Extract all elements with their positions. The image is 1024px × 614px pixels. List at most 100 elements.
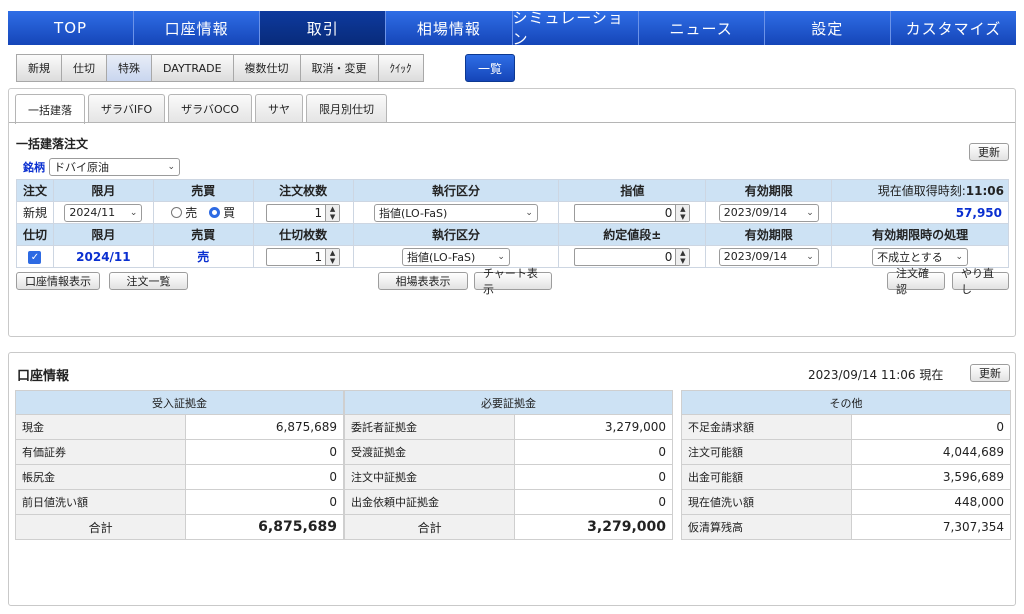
new-expiry-cell: 2023/09/14 ⌄ [705,201,833,224]
new-limit-input[interactable]: 0 ▲ ▼ [574,203,691,222]
new-expiry-select[interactable]: 2023/09/14 ⌄ [718,203,819,222]
price-diff-value: 0 [664,249,673,264]
list-button[interactable]: 一覧 [465,54,515,82]
close-checkbox[interactable]: ✓ [28,251,42,264]
header-exec-type: 執行区分 [352,179,560,202]
tab-divider [9,122,1015,123]
quotes-button[interactable]: 相場表表示 [378,272,468,290]
other-value: 448,000 [851,489,1011,515]
close-expiry-value: 2023/09/14 [723,250,788,263]
subtab-new[interactable]: 新規 [16,54,61,82]
reset-button[interactable]: やり直し [952,267,1009,296]
close-expiry-select[interactable]: 2023/09/14 ⌄ [718,247,819,266]
close-exec-select[interactable]: 指値(LO-FaS) ⌄ [401,247,510,266]
required-header: 必要証拠金 [344,390,673,415]
other-header: その他 [681,390,1011,415]
header-close-month: 限月 [52,223,154,246]
deposit-value: 6,875,689 [185,414,344,440]
subtab-cancel-modify[interactable]: 取消・変更 [299,54,378,82]
new-exec-select[interactable]: 指値(LO-FaS) ⌄ [373,203,538,222]
chevron-down-icon: ⌄ [806,207,814,218]
price-diff-input[interactable]: 0 ▲ ▼ [574,247,691,266]
other-value: 0 [851,414,1011,440]
header-price-time: 現在値取得時刻:11:06 [831,179,1009,202]
tab-zaraba-ifo[interactable]: ザラバIFO [88,94,166,123]
nav-account-info[interactable]: 口座情報 [134,11,261,45]
deposit-table: 受入証拠金 現金 6,875,689 有価証券 0 帳尻金 0 前日値洗い額 0 合計 6… [14,390,344,540]
other-label: 仮清算残高 [680,514,853,540]
subtab-daytrade[interactable]: DAYTRADE [151,54,233,82]
header-month: 限月 [52,179,154,202]
main-nav: TOP 口座情報 取引 相場情報 シミュレーション ニュース 設定 カスタマイズ [8,9,1016,48]
other-label: 現在値洗い額 [680,489,853,515]
confirm-order-button[interactable]: 注文確認 [887,267,945,296]
nav-settings[interactable]: 設定 [764,11,891,45]
tab-zaraba-oco[interactable]: ザラバOCO [168,94,253,123]
chart-button[interactable]: チャート表示 [474,267,552,296]
buy-label: 買 [223,206,236,220]
subtab-multi-close[interactable]: 複数仕切 [232,54,300,82]
refresh-button[interactable]: 更新 [969,143,1009,161]
account-info-button[interactable]: 口座情報表示 [16,272,100,290]
header-order: 注文 [16,179,54,202]
spinner-icon[interactable]: ▲ ▼ [325,204,340,221]
deposit-label: 帳尻金 [14,464,187,490]
close-side: 売 [152,245,254,268]
brand-select[interactable]: ドバイ原油 ⌄ [49,158,180,176]
header-expiry-action: 有効期限時の処理 [831,223,1009,246]
current-price: 57,950 [831,201,1009,224]
nav-simulation[interactable]: シミュレーション [512,9,639,48]
radio-on-icon [209,207,221,218]
deposit-header: 受入証拠金 [15,390,344,415]
special-order-tabs: 一括建落 ザラバIFO ザラバOCO サヤ 限月別仕切 [15,94,390,124]
new-month-value: 2024/11 [69,206,116,219]
brand-label: 銘柄 [23,161,45,174]
required-value: 0 [514,464,673,490]
account-title: 口座情報 [17,369,70,384]
tab-spread[interactable]: サヤ [255,94,304,123]
nav-trading[interactable]: 取引 [260,11,387,45]
new-limit-value: 0 [664,205,673,220]
section-title: 一括建落注文 [16,137,89,151]
nav-news[interactable]: ニュース [638,11,765,45]
buy-radio[interactable]: 買 [209,204,235,221]
subtab-quick[interactable]: ｸｲｯｸ [377,54,424,82]
tab-bulk-open-close[interactable]: 一括建落 [15,94,85,124]
other-label: 出金可能額 [680,464,853,490]
new-qty-input[interactable]: 1 ▲ ▼ [266,203,341,222]
nav-market-info[interactable]: 相場情報 [386,11,513,45]
expiry-action-select[interactable]: 不成立とする ⌄ [872,247,969,266]
deposit-value: 0 [185,439,344,465]
deposit-label: 前日値洗い額 [14,489,187,515]
chevron-down-icon: ⌄ [497,251,505,262]
nav-top[interactable]: TOP [8,11,135,45]
header-close-exec: 執行区分 [352,223,560,246]
new-month-select[interactable]: 2024/11 ⌄ [64,203,143,222]
required-value: 0 [514,439,673,465]
account-panel: 口座情報 2023/09/14 11:06 現在 更新 受入証拠金 現金 6,87… [8,352,1016,606]
sell-radio[interactable]: 売 [171,204,197,221]
header-order-qty: 注文枚数 [252,179,354,202]
chevron-down-icon: ⌄ [129,207,138,218]
spinner-icon[interactable]: ▲ ▼ [325,248,340,265]
tab-close-by-month[interactable]: 限月別仕切 [306,94,388,123]
header-close-qty: 仕切枚数 [252,223,354,246]
header-price-diff: 約定値段± [558,223,707,246]
nav-customize[interactable]: カスタマイズ [890,11,1016,45]
other-value: 4,044,689 [851,439,1011,465]
subtab-special[interactable]: 特殊 [106,54,151,82]
brand-row: 銘柄 ドバイ原油 ⌄ [23,158,180,176]
required-value: 0 [514,489,673,515]
order-list-button[interactable]: 注文一覧 [109,272,188,290]
spinner-icon[interactable]: ▲ ▼ [675,204,690,221]
deposit-total-value: 6,875,689 [185,514,344,540]
order-panel: 一括建落 ザラバIFO ザラバOCO サヤ 限月別仕切 一括建落注文 更新 銘柄… [8,88,1016,337]
subtab-close[interactable]: 仕切 [61,54,106,82]
account-refresh-button[interactable]: 更新 [970,364,1010,382]
spinner-icon[interactable]: ▲ ▼ [675,248,690,265]
required-label: 委託者証拠金 [343,414,516,440]
close-qty-input[interactable]: 1 ▲ ▼ [266,247,341,266]
radio-off-icon [171,207,183,218]
required-label: 出金依頼中証拠金 [343,489,516,515]
required-value: 3,279,000 [514,414,673,440]
